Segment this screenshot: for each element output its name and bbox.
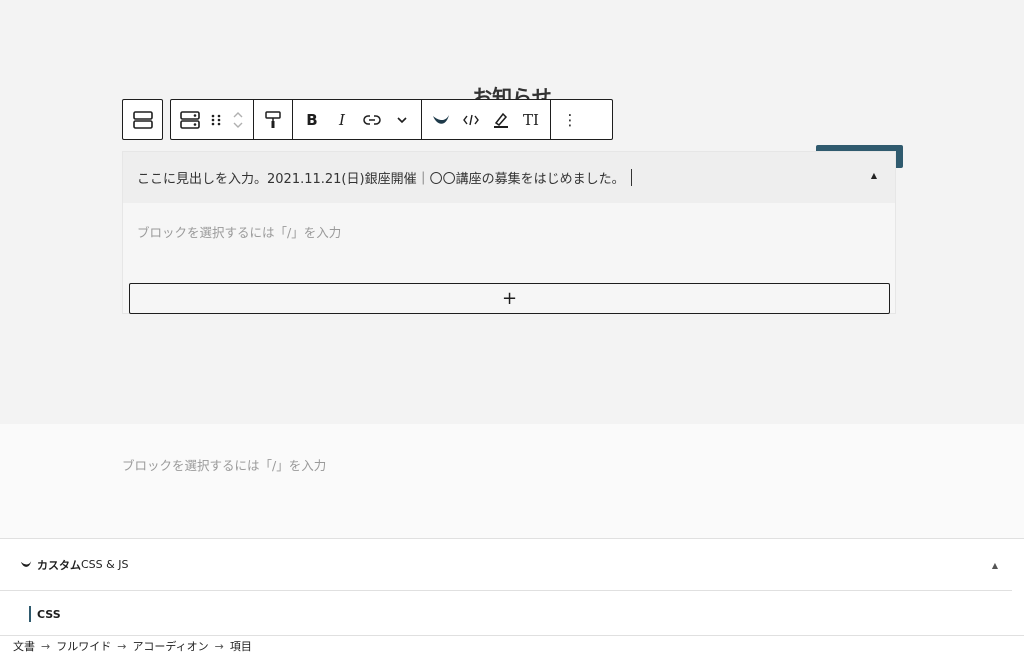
outer-block-placeholder[interactable]: ブロックを選択するには「/」を入力: [122, 455, 326, 474]
link-icon: [363, 114, 381, 125]
chevron-down-icon: [397, 116, 407, 123]
panel-toggle-icon[interactable]: ▲: [992, 561, 998, 570]
format-group: B I: [293, 100, 422, 139]
plugin-group: TI: [422, 100, 551, 139]
swallow-logo-icon: [20, 561, 32, 567]
breadcrumb-item[interactable]: フルワイド: [56, 638, 111, 654]
italic-button[interactable]: I: [327, 100, 357, 139]
text-tool-button[interactable]: TI: [516, 100, 546, 139]
link-button[interactable]: [357, 100, 387, 139]
bold-button[interactable]: B: [297, 100, 327, 139]
block-type-button[interactable]: [175, 100, 205, 139]
move-up-icon[interactable]: [232, 110, 244, 120]
swallow-logo-icon: [433, 114, 449, 124]
breadcrumb-item[interactable]: アコーディオン: [132, 638, 208, 654]
inline-code-button[interactable]: [456, 100, 486, 139]
breadcrumb-item[interactable]: 項目: [230, 638, 252, 654]
more-formats-button[interactable]: [387, 100, 417, 139]
options-button[interactable]: ⋮: [555, 100, 585, 139]
add-block-button[interactable]: +: [129, 283, 890, 314]
panel-title-suffix: CSS & JS: [81, 558, 129, 571]
style-group: [254, 100, 293, 139]
panel-title-prefix: カスタム: [37, 558, 81, 572]
css-tab[interactable]: CSS: [29, 606, 61, 622]
block-mover: [227, 100, 249, 139]
accordion-title-text[interactable]: ここに見出しを入力。2021.11.21(日)銀座開催｜〇〇講座の募集をはじめま…: [137, 168, 625, 187]
options-group: ⋮: [551, 100, 589, 139]
breadcrumb-item[interactable]: 文書: [13, 638, 35, 654]
drag-handle[interactable]: [205, 100, 227, 139]
accordion-item-icon: [180, 110, 200, 129]
drag-handle-icon: [211, 114, 221, 125]
breadcrumb-separator: →: [117, 639, 127, 653]
editor-canvas: お知らせ B I TI ⋮ ここに見出しを入力。2021.11.21(日)銀座開…: [0, 0, 1024, 424]
breadcrumb-separator: →: [41, 639, 51, 653]
move-down-icon[interactable]: [232, 120, 244, 130]
page-heading[interactable]: お知らせ: [0, 84, 1024, 100]
paint-roller-icon: [265, 110, 281, 128]
accordion-item-block[interactable]: ここに見出しを入力。2021.11.21(日)銀座開催｜〇〇講座の募集をはじめま…: [122, 151, 896, 314]
plugin-swallow-button[interactable]: [426, 100, 456, 139]
code-icon: [463, 114, 479, 125]
custom-css-js-panel: カスタム CSS & JS ▲ CSS 文書 → フルワイド → アコーディオン…: [0, 538, 1024, 655]
inner-block-placeholder[interactable]: ブロックを選択するには「/」を入力: [137, 222, 341, 241]
block-switcher-group: [171, 100, 254, 139]
panel-header[interactable]: カスタム CSS & JS ▲: [0, 539, 1012, 591]
breadcrumb-separator: →: [214, 639, 224, 653]
text-cursor: [630, 169, 632, 186]
accordion-title[interactable]: ここに見出しを入力。2021.11.21(日)銀座開催｜〇〇講座の募集をはじめま…: [123, 152, 895, 203]
select-parent-block-button[interactable]: [122, 99, 163, 140]
collapse-arrow-icon[interactable]: ▲: [871, 171, 877, 180]
style-button[interactable]: [258, 100, 288, 139]
breadcrumb: 文書 → フルワイド → アコーディオン → 項目: [0, 635, 1024, 655]
block-toolbar: B I TI ⋮: [170, 99, 613, 140]
highlight-button[interactable]: [486, 100, 516, 139]
marker-icon: [494, 112, 508, 128]
row-block-icon: [132, 110, 153, 129]
